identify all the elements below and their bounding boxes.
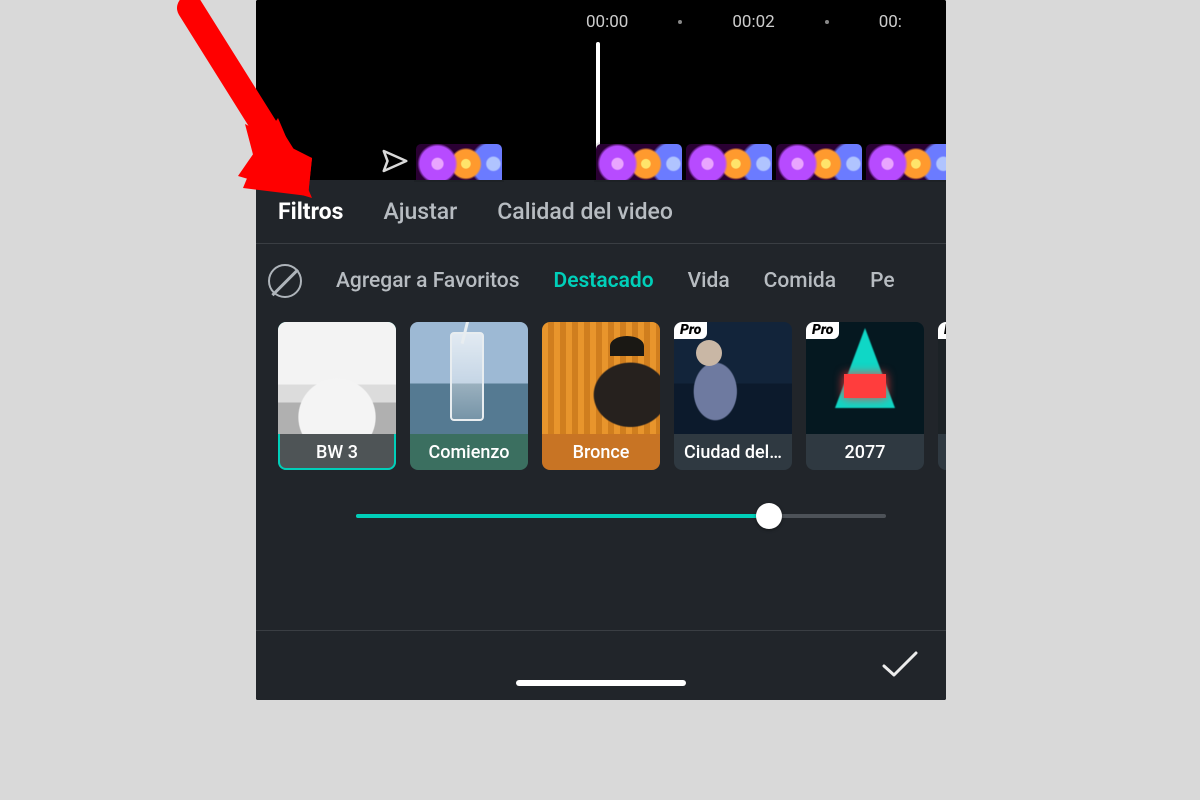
filter-label: Ciudad del… (674, 434, 792, 470)
pro-badge: Pro (674, 322, 707, 339)
filter-thumbnail-row[interactable]: BW 3ComienzoBronceProCiudad del…Pro2077P… (256, 304, 946, 470)
panel-tab-bar: Filtros Ajustar Calidad del video (256, 180, 946, 244)
timeline-clip[interactable] (866, 144, 946, 180)
timeline-tick-dot (825, 20, 829, 24)
tab-filtros[interactable]: Filtros (278, 198, 343, 225)
filter-card[interactable]: Pro 2077 (806, 322, 924, 470)
category-partial[interactable]: Pe (870, 269, 895, 293)
filter-thumbnail (278, 322, 396, 434)
timeline-clip[interactable] (686, 144, 772, 180)
filter-card[interactable]: Pro (938, 322, 946, 470)
timeline-clip-row[interactable] (256, 144, 946, 180)
filter-label (938, 434, 946, 470)
pro-badge: Pro (806, 322, 839, 339)
timeline[interactable]: 00:00 00:02 00: (256, 0, 946, 180)
home-indicator[interactable] (516, 680, 686, 686)
filter-label: BW 3 (278, 434, 396, 470)
filter-label: Comienzo (410, 434, 528, 470)
filter-thumbnail (410, 322, 528, 434)
filter-thumbnail: Pro (938, 322, 946, 434)
slider-knob[interactable] (756, 503, 782, 529)
app-screenshot: 00:00 00:02 00: Filtros Ajustar Calidad … (256, 0, 946, 700)
filters-panel: Filtros Ajustar Calidad del video Agrega… (256, 180, 946, 700)
filter-thumbnail: Pro (674, 322, 792, 434)
slider-track-fill (356, 514, 769, 518)
filter-card[interactable]: BW 3 (278, 322, 396, 470)
timeline-clip[interactable] (776, 144, 862, 180)
timeline-mark-1: 00:02 (732, 12, 774, 32)
timeline-mark-0: 00:00 (586, 12, 628, 32)
category-favoritos[interactable]: Agregar a Favoritos (336, 269, 520, 293)
filter-label: Bronce (542, 434, 660, 470)
tab-ajustar[interactable]: Ajustar (383, 198, 457, 225)
filter-thumbnail: Pro (806, 322, 924, 434)
timeline-mark-partial: 00: (879, 12, 902, 32)
timeline-tick-dot (678, 20, 682, 24)
category-vida[interactable]: Vida (688, 269, 730, 293)
pro-badge: Pro (938, 322, 946, 339)
confirm-checkmark-icon[interactable] (880, 648, 920, 684)
category-destacado[interactable]: Destacado (554, 269, 654, 293)
no-filter-icon[interactable] (268, 264, 302, 298)
filter-card[interactable]: Comienzo (410, 322, 528, 470)
intensity-slider[interactable] (256, 470, 946, 526)
tab-calidad-video[interactable]: Calidad del video (497, 198, 673, 225)
filter-card[interactable]: Pro Ciudad del… (674, 322, 792, 470)
filter-category-row[interactable]: Agregar a Favoritos Destacado Vida Comid… (256, 244, 946, 304)
timeline-clip[interactable] (596, 144, 682, 180)
filter-thumbnail (542, 322, 660, 434)
timeline-clip[interactable] (416, 144, 502, 180)
filter-label: 2077 (806, 434, 924, 470)
timeline-time-labels: 00:00 00:02 00: (586, 12, 902, 32)
filter-card[interactable]: Bronce (542, 322, 660, 470)
category-comida[interactable]: Comida (764, 269, 836, 293)
panel-footer (256, 630, 946, 700)
